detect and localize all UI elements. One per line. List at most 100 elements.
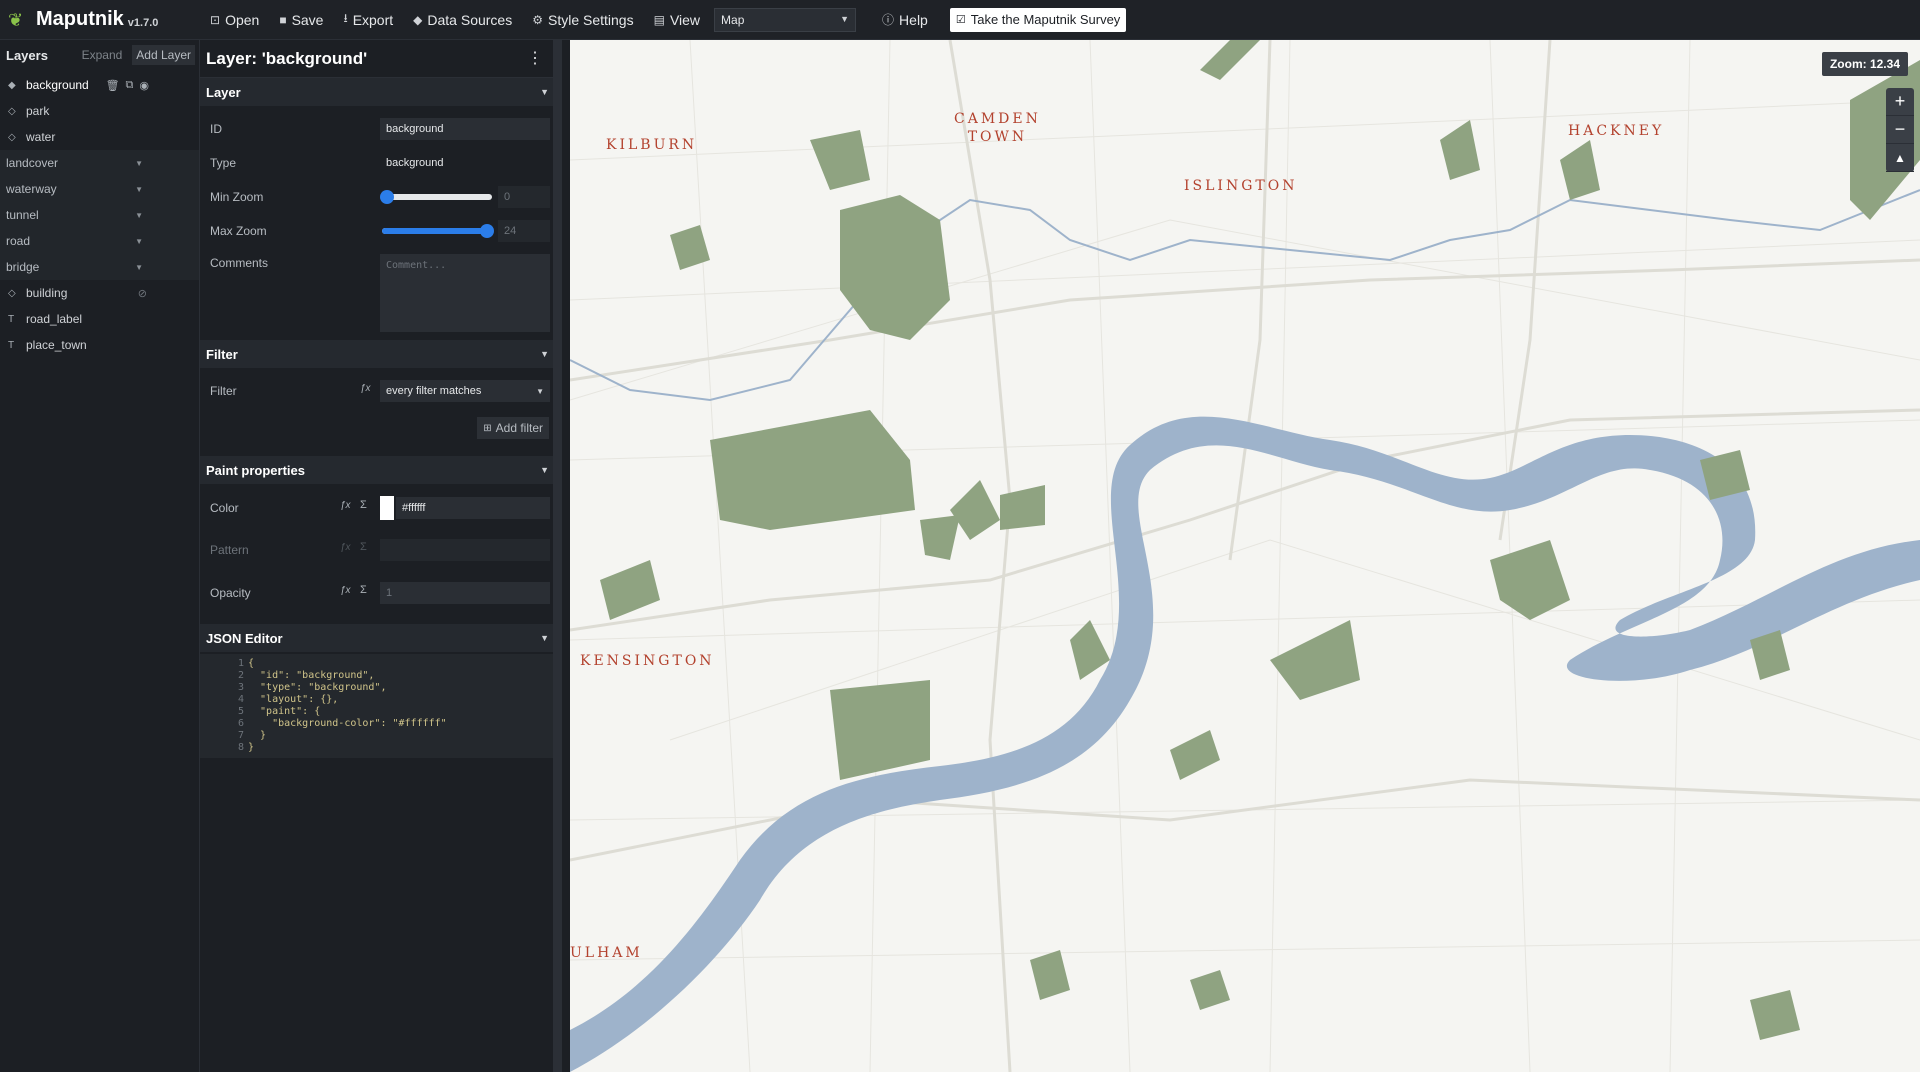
symbol-layer-icon: T [8,339,15,351]
eye-icon[interactable]: ◉ [139,79,149,92]
fill-layer-icon: ◇ [8,287,16,299]
type-label: Type [210,156,237,170]
delete-icon[interactable]: 🗑 [106,79,120,92]
layer-item-park[interactable]: ◇ park [0,98,199,124]
color-input[interactable]: #ffffff [396,497,550,519]
app-logo[interactable]: ❦ Maputnik v1.7.0 [0,8,200,31]
layer-list: Layers Expand Add Layer ◆ background 🗑 ⧉… [0,40,200,1072]
expand-button[interactable]: Expand [78,45,127,65]
layer-actions: 🗑 ⧉ ◉ [106,79,149,92]
open-label: Open [225,11,260,28]
park [1190,970,1230,1010]
maxzoom-slider[interactable] [382,224,494,238]
function-icon[interactable]: ƒx [360,383,371,394]
layer-item-label: place_town [26,338,87,352]
checkbox-icon: ☑ [955,14,966,26]
opacity-input[interactable]: 1 [380,582,550,604]
help-label: Help [899,11,928,28]
place-label-kensington: KENSINGTON [580,653,715,669]
slider-knob[interactable] [380,190,394,204]
sigma-icon: Σ [360,541,367,553]
line-number: 5 [237,706,244,717]
eye-slash-icon[interactable]: ⊘ [138,287,147,300]
map-canvas[interactable]: KILBURN CAMDEN TOWN ISLINGTON HACKNEY KE… [570,40,1920,1072]
chevron-down-icon: ▼ [540,465,549,475]
slider-knob[interactable] [480,224,494,238]
chevron-down-icon: ▼ [135,262,143,272]
export-button[interactable]: ⭳ Export [333,0,403,40]
minzoom-input[interactable]: 0 [498,186,550,208]
layer-item-water[interactable]: ◇ water [0,124,199,150]
line-number: 2 [237,670,244,681]
zoom-level-badge: Zoom: 12.34 [1821,52,1908,76]
park [1000,485,1045,530]
chevron-down-icon: ▼ [840,13,850,24]
line-number: 7 [237,730,244,741]
survey-button[interactable]: ☑ Take the Maputnik Survey [949,7,1127,32]
layer-group-landcover[interactable]: landcover ▼ [0,150,199,176]
layer-group-waterway[interactable]: waterway ▼ [0,176,199,202]
json-code[interactable]: { "id": "background", "type": "backgroun… [248,658,447,754]
add-filter-label: Add filter [495,421,543,435]
view-select[interactable]: Map ▼ [714,7,857,32]
more-vertical-icon[interactable]: ⋮ [527,48,543,68]
line-number: 3 [237,682,244,693]
slider-fill [382,228,486,234]
minzoom-slider[interactable] [380,190,492,204]
section-paint[interactable]: Paint properties ▼ [200,456,561,484]
comments-input[interactable]: Comment... [380,254,550,332]
comments-row: Comments Comment... [200,248,561,340]
layer-item-road-label[interactable]: Troad_label [0,306,199,332]
pattern-input[interactable] [380,539,550,561]
section-layer[interactable]: Layer ▼ [200,78,561,106]
editor-scrollbar[interactable] [553,40,561,1072]
chevron-down-icon: ▼ [540,87,549,97]
pattern-row: Pattern ƒx Σ [200,528,561,572]
layer-item-background[interactable]: ◆ background 🗑 ⧉ ◉ [0,72,199,98]
layers-icon: ◆ [413,12,423,27]
layer-group-bridge[interactable]: bridge ▼ [0,254,199,280]
maxzoom-label: Max Zoom [210,224,267,238]
file-icon: ▤ [653,12,665,27]
open-button[interactable]: ⊡ Open [200,0,269,40]
layer-item-place-town[interactable]: Tplace_town [0,332,199,358]
id-label: ID [210,122,222,136]
view-button: ▤ View [644,0,710,40]
maxzoom-input[interactable]: 24 [498,220,550,242]
data-sources-button[interactable]: ◆ Data Sources [403,0,522,40]
section-json[interactable]: JSON Editor ▼ [200,624,561,652]
park [600,560,660,620]
json-editor[interactable]: 1 2 3 4 5 6 7 8 { "id": "background", "t… [200,654,561,758]
place-label-islington: ISLINGTON [1184,178,1298,194]
id-input[interactable]: background [380,118,550,140]
type-row: Type background [200,146,561,180]
park-hyde [710,410,915,530]
type-value: background [386,157,444,169]
color-swatch[interactable] [380,496,394,520]
layer-group-road[interactable]: road ▼ [0,228,199,254]
park [950,480,1000,540]
sigma-icon[interactable]: Σ [360,499,367,511]
add-filter-button[interactable]: ⊞ Add filter [477,417,549,439]
place-label-hackney: HACKNEY [1568,123,1665,139]
canal [570,189,1920,402]
layer-item-building[interactable]: ◇ building ⊘ [0,280,199,306]
layer-group-tunnel[interactable]: tunnel ▼ [0,202,199,228]
place-label-fulham: ULHAM [570,945,643,961]
compass-icon[interactable]: ▲ [1886,144,1914,172]
zoom-out-button[interactable]: − [1886,116,1914,144]
comments-label: Comments [210,256,269,270]
add-layer-button[interactable]: Add Layer [132,45,195,65]
view-label: View [669,11,701,28]
help-button[interactable]: ⓘ Help [872,0,938,40]
section-title: Layer [206,84,241,100]
filter-select[interactable]: every filter matches ▼ [380,380,550,402]
function-icon[interactable]: ƒx [340,500,351,511]
copy-icon[interactable]: ⧉ [126,79,134,92]
save-button[interactable]: ■ Save [269,0,333,40]
style-settings-button[interactable]: ⚙ Style Settings [522,0,643,40]
section-filter[interactable]: Filter ▼ [200,340,561,368]
zoom-in-button[interactable]: + [1886,88,1914,116]
function-icon[interactable]: ƒx [340,585,351,596]
sigma-icon[interactable]: Σ [360,584,367,596]
